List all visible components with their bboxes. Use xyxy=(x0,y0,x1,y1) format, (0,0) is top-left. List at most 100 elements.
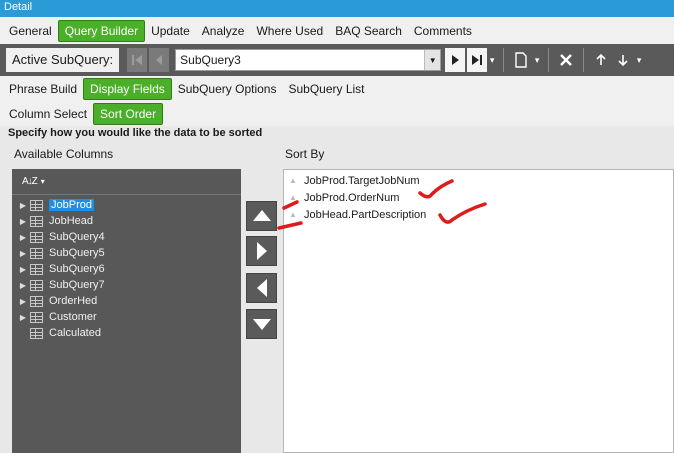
subquery-select[interactable]: SubQuery3 ▼ xyxy=(175,49,442,71)
new-subquery-button[interactable] xyxy=(510,48,532,72)
tree-item-label: Customer xyxy=(49,311,97,323)
tree-item-subquery5[interactable]: ▶ SubQuery5 xyxy=(12,245,241,261)
tree-item-label: SubQuery5 xyxy=(49,247,105,259)
tree-toolbar: A↓Z ▾ xyxy=(12,169,241,195)
subquery-toolbar: Active SubQuery: SubQuery3 ▼ ▾ ▾ ▾ xyxy=(0,44,674,76)
tree-item-orderhed[interactable]: ▶ OrderHed xyxy=(12,293,241,309)
table-icon xyxy=(30,231,43,243)
last-icon xyxy=(472,55,483,65)
next-icon xyxy=(452,55,460,65)
tree-item-label: SubQuery4 xyxy=(49,231,105,243)
expand-icon[interactable]: ▶ xyxy=(16,249,30,258)
tab-column-select[interactable]: Column Select xyxy=(3,103,93,125)
tab-where-used[interactable]: Where Used xyxy=(250,20,329,42)
chevron-down-icon[interactable]: ▾ xyxy=(634,48,644,72)
expand-icon[interactable]: ▶ xyxy=(16,217,30,226)
sort-ascending-icon[interactable]: ▲ xyxy=(286,193,300,202)
chevron-down-icon[interactable]: ▾ xyxy=(487,48,497,72)
tab-comments[interactable]: Comments xyxy=(408,20,478,42)
table-icon xyxy=(30,311,43,323)
triangle-right-icon xyxy=(256,242,267,260)
last-subquery-button[interactable] xyxy=(467,48,488,72)
tab-subquery-list[interactable]: SubQuery List xyxy=(282,78,370,100)
available-columns-tree: ▶ JobProd ▶ JobHead ▶ SubQuery4 ▶ SubQue… xyxy=(12,195,241,341)
tab-analyze[interactable]: Analyze xyxy=(196,20,251,42)
tree-item-label: SubQuery6 xyxy=(49,263,105,275)
move-down-button[interactable] xyxy=(612,48,634,72)
tab-sort-order[interactable]: Sort Order xyxy=(93,102,164,125)
expand-icon[interactable]: ▶ xyxy=(16,281,30,290)
new-page-icon xyxy=(515,52,527,68)
toolbar-divider xyxy=(503,48,505,72)
sort-item-label: JobProd.OrderNum xyxy=(304,191,400,204)
tab-update[interactable]: Update xyxy=(145,20,196,42)
sort-by-label: Sort By xyxy=(285,147,325,161)
table-icon xyxy=(30,295,43,307)
move-up-button[interactable] xyxy=(590,48,612,72)
tree-item-calculated[interactable]: Calculated xyxy=(12,325,241,341)
move-up-sort-button[interactable] xyxy=(246,201,277,231)
expand-icon[interactable]: ▶ xyxy=(16,265,30,274)
expand-icon[interactable]: ▶ xyxy=(16,313,30,322)
tree-item-label: JobHead xyxy=(49,215,94,227)
tree-item-label: SubQuery7 xyxy=(49,279,105,291)
move-down-sort-button[interactable] xyxy=(246,309,277,339)
first-subquery-button[interactable] xyxy=(127,48,148,72)
tab-general[interactable]: General xyxy=(3,20,58,42)
chevron-down-icon[interactable]: ▾ xyxy=(532,48,542,72)
sort-ascending-icon[interactable]: ▲ xyxy=(286,176,300,185)
table-icon xyxy=(30,279,43,291)
triangle-left-icon xyxy=(256,279,267,297)
expand-icon[interactable]: ▶ xyxy=(16,201,30,210)
tree-item-label: Calculated xyxy=(49,327,101,339)
tree-item-subquery4[interactable]: ▶ SubQuery4 xyxy=(12,229,241,245)
sort-ascending-icon[interactable]: ▲ xyxy=(286,210,300,219)
tab-phrase-build[interactable]: Phrase Build xyxy=(3,78,83,100)
tree-item-subquery7[interactable]: ▶ SubQuery7 xyxy=(12,277,241,293)
arrow-up-icon xyxy=(596,54,606,65)
toolbar-divider xyxy=(583,48,585,72)
query-tabs: Phrase Build Display Fields SubQuery Opt… xyxy=(0,76,674,101)
tree-item-label: JobProd xyxy=(49,199,94,211)
tree-item-label: OrderHed xyxy=(49,295,98,307)
next-subquery-button[interactable] xyxy=(445,48,466,72)
tree-item-subquery6[interactable]: ▶ SubQuery6 xyxy=(12,261,241,277)
list-item[interactable]: ▲ JobHead.PartDescription xyxy=(284,206,673,223)
table-icon xyxy=(30,199,43,211)
list-item[interactable]: ▲ JobProd.OrderNum xyxy=(284,189,673,206)
add-to-sort-button[interactable] xyxy=(246,236,277,266)
sort-by-list[interactable]: ▲ JobProd.TargetJobNum ▲ JobProd.OrderNu… xyxy=(283,169,674,453)
chevron-down-icon[interactable]: ▼ xyxy=(424,50,441,70)
subquery-select-value: SubQuery3 xyxy=(180,53,241,67)
available-columns-panel: A↓Z ▾ ▶ JobProd ▶ JobHead ▶ SubQuery4 ▶ … xyxy=(12,169,241,453)
tree-item-jobprod[interactable]: ▶ JobProd xyxy=(12,197,241,213)
prev-subquery-button[interactable] xyxy=(149,48,170,72)
tree-item-customer[interactable]: ▶ Customer xyxy=(12,309,241,325)
delete-subquery-button[interactable] xyxy=(555,48,577,72)
first-icon xyxy=(132,55,143,65)
expand-icon[interactable]: ▶ xyxy=(16,233,30,242)
window-title: Detail xyxy=(0,0,674,17)
sort-item-label: JobHead.PartDescription xyxy=(304,208,427,221)
triangle-down-icon xyxy=(252,319,271,330)
table-icon xyxy=(30,215,43,227)
expand-icon[interactable]: ▶ xyxy=(16,297,30,306)
field-tabs: Column Select Sort Order xyxy=(0,101,674,126)
list-item[interactable]: ▲ JobProd.TargetJobNum xyxy=(284,172,673,189)
table-icon xyxy=(30,247,43,259)
active-subquery-label: Active SubQuery: xyxy=(6,48,120,72)
triangle-up-icon xyxy=(252,210,271,221)
remove-from-sort-button[interactable] xyxy=(246,273,277,303)
tab-subquery-options[interactable]: SubQuery Options xyxy=(172,78,283,100)
sort-item-label: JobProd.TargetJobNum xyxy=(304,174,420,187)
sort-alpha-icon[interactable]: A↓Z xyxy=(22,176,38,187)
toolbar-divider xyxy=(548,48,550,72)
tab-baq-search[interactable]: BAQ Search xyxy=(329,20,408,42)
arrow-down-icon xyxy=(618,55,628,66)
available-columns-label: Available Columns xyxy=(14,147,114,161)
close-icon xyxy=(560,54,573,66)
tree-item-jobhead[interactable]: ▶ JobHead xyxy=(12,213,241,229)
tab-display-fields[interactable]: Display Fields xyxy=(83,77,172,100)
chevron-down-icon[interactable]: ▾ xyxy=(41,177,45,186)
tab-query-builder[interactable]: Query Builder xyxy=(57,19,146,42)
